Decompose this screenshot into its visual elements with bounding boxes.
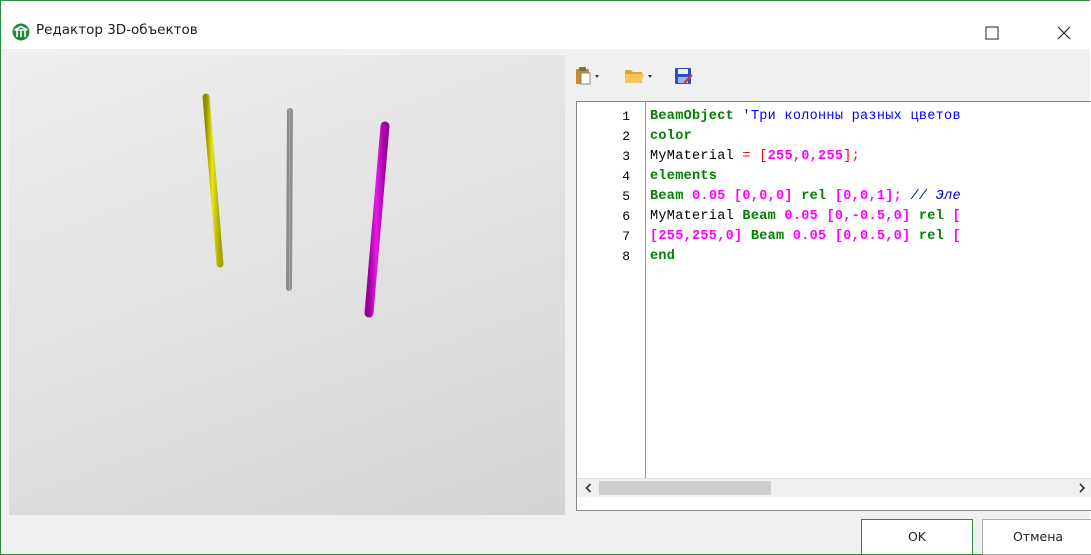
code-token: end xyxy=(650,249,676,264)
cancel-button[interactable]: Отмена xyxy=(982,519,1091,555)
code-token: [0,0,1]; xyxy=(826,189,911,204)
code-token: rel xyxy=(801,189,827,204)
code-editor[interactable]: 1 2 3 4 5 6 7 8 BeamObject 'Три колонны … xyxy=(576,101,1091,511)
title-bar[interactable]: Редактор 3D-объектов xyxy=(1,1,1090,49)
yellow-column xyxy=(202,93,224,268)
code-token: rel xyxy=(918,209,945,224)
code-token: elements xyxy=(650,169,718,184)
code-token: ]; xyxy=(843,149,861,164)
line-number: 4 xyxy=(622,169,630,184)
code-token: [ xyxy=(759,149,768,164)
code-token: MyMaterial xyxy=(650,209,743,224)
magenta-column xyxy=(364,121,390,318)
close-icon xyxy=(1057,26,1071,40)
save-button[interactable] xyxy=(673,66,695,86)
line-number: 5 xyxy=(622,189,630,204)
line-number: 3 xyxy=(622,149,630,164)
code-token: 255,0,255 xyxy=(767,149,844,164)
line-number: 1 xyxy=(622,109,630,124)
line-number: 2 xyxy=(622,129,630,144)
scroll-left-button[interactable] xyxy=(580,479,598,497)
ok-button[interactable]: OK xyxy=(861,519,973,555)
editor-toolbar xyxy=(567,55,1090,95)
code-token: 0.05 [0,0.5,0] xyxy=(784,229,919,244)
save-icon xyxy=(675,68,693,84)
gray-column xyxy=(286,108,293,291)
code-token: 'Три колонны разных цветов xyxy=(734,109,961,124)
paste-dropdown-icon xyxy=(576,67,599,85)
code-panel: 1 2 3 4 5 6 7 8 BeamObject 'Три колонны … xyxy=(567,55,1091,515)
code-text-area[interactable]: BeamObject 'Три колонны разных цветов col… xyxy=(650,102,1091,478)
chevron-right-icon xyxy=(1079,483,1086,493)
maximize-button[interactable] xyxy=(969,17,1015,49)
scroll-right-button[interactable] xyxy=(1073,479,1091,497)
code-token: MyMaterial xyxy=(650,149,735,164)
horizontal-scrollbar[interactable] xyxy=(577,478,1091,497)
chevron-left-icon xyxy=(585,483,592,493)
code-token: Beam xyxy=(750,229,785,244)
open-folder-dropdown-icon xyxy=(625,70,652,83)
maximize-icon xyxy=(985,26,999,40)
3d-viewport[interactable] xyxy=(9,55,565,515)
code-line[interactable]: MyMaterial Beam 0.05 [0,-0.5,0] rel [ xyxy=(650,207,961,227)
open-folder-dropdown-button[interactable] xyxy=(624,66,654,86)
close-button[interactable] xyxy=(1041,17,1087,49)
code-line[interactable]: elements xyxy=(650,167,717,187)
editor-window: Редактор 3D-объектов 1 2 3 4 5 6 7 8 Bea… xyxy=(0,0,1091,555)
line-number: 6 xyxy=(622,209,630,224)
code-token: 0.05 [0,0,0] xyxy=(683,189,802,204)
code-line[interactable]: BeamObject 'Три колонны разных цветов xyxy=(650,107,961,127)
code-token: 0.05 [0,-0.5,0] xyxy=(776,209,919,224)
code-token: = xyxy=(734,149,760,164)
paste-dropdown-button[interactable] xyxy=(574,66,602,86)
line-number-gutter: 1 2 3 4 5 6 7 8 xyxy=(577,102,646,478)
line-number: 7 xyxy=(622,229,630,244)
code-token: Beam xyxy=(650,189,684,204)
dialog-footer: OK Отмена xyxy=(1,515,1091,555)
code-token: // Эле xyxy=(910,189,961,204)
window-title: Редактор 3D-объектов xyxy=(36,22,198,38)
code-line[interactable]: MyMaterial = [255,0,255]; xyxy=(650,147,860,167)
code-line[interactable]: color xyxy=(650,127,692,147)
code-token: [ xyxy=(944,229,961,244)
code-token: BeamObject xyxy=(650,109,735,124)
code-token: rel xyxy=(918,229,945,244)
line-number: 8 xyxy=(622,249,630,264)
code-token: [ xyxy=(944,209,961,224)
app-icon xyxy=(12,23,30,41)
code-line[interactable]: Beam 0.05 [0,0,0] rel [0,0,1]; // Эле xyxy=(650,187,961,207)
code-token: color xyxy=(650,129,693,144)
code-token: Beam xyxy=(742,209,777,224)
code-line[interactable]: [255,255,0] Beam 0.05 [0,0.5,0] rel [ xyxy=(650,227,961,247)
scrollbar-thumb[interactable] xyxy=(599,481,771,495)
code-line[interactable]: end xyxy=(650,247,675,267)
code-token: [255,255,0] xyxy=(650,229,751,244)
